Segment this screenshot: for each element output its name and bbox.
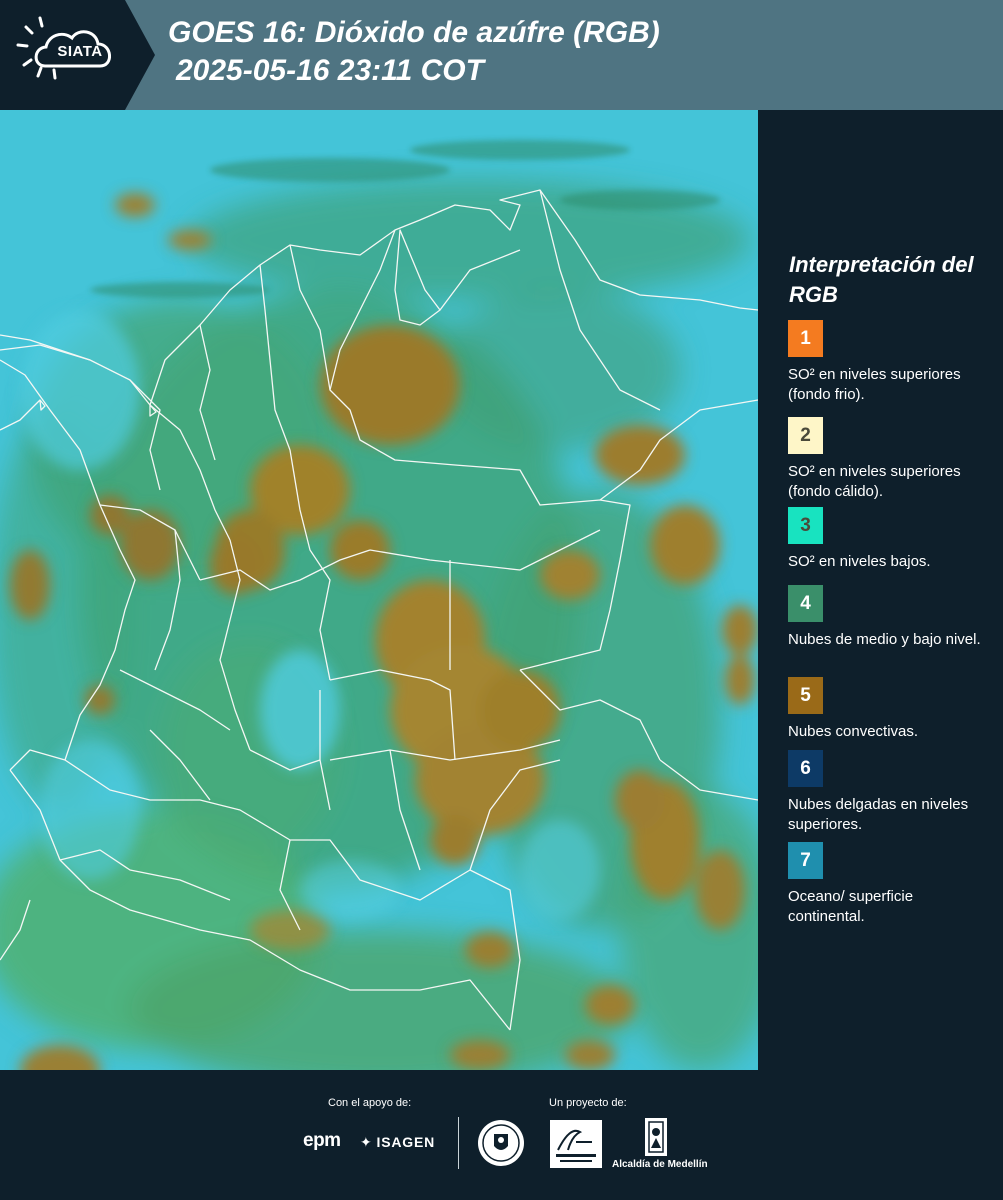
alcaldia-crest-icon xyxy=(641,1118,671,1163)
legend-desc-2: SO² en niveles superiores (fondo cálido)… xyxy=(788,463,961,500)
title-line-2: 2025-05-16 23:11 COT xyxy=(176,54,484,87)
project-label: Un proyecto de: xyxy=(549,1097,627,1109)
legend-item-6: 6 Nubes delgadas en niveles superiores. xyxy=(788,750,988,835)
isagen-text: ISAGEN xyxy=(376,1134,436,1150)
legend-desc-7: Oceano/ superficie continental. xyxy=(788,888,914,925)
title-line-1: GOES 16: Dióxido de azúfre (RGB) xyxy=(168,16,660,49)
page-title: GOES 16: Dióxido de azúfre (RGB) 2025-05… xyxy=(168,14,660,90)
legend-item-1: 1 SO² en niveles superiores (fondo frio)… xyxy=(788,320,988,405)
legend-swatch-1: 1 xyxy=(788,320,823,357)
area-metropolitana-logo xyxy=(550,1120,602,1168)
legend-desc-3: SO² en niveles bajos. xyxy=(788,553,931,570)
isagen-logo: ✦ ISAGEN xyxy=(360,1134,435,1151)
isagen-mark-icon: ✦ xyxy=(360,1134,373,1150)
legend-desc-5: Nubes convectivas. xyxy=(788,723,919,740)
legend-item-7: 7 Oceano/ superficie continental. xyxy=(788,842,988,927)
legend-swatch-2: 2 xyxy=(788,417,823,454)
legend-panel: Interpretación del RGB 1 SO² en niveles … xyxy=(758,110,1003,1070)
alcaldia-text: Alcaldía de Medellín xyxy=(612,1159,708,1170)
header-bar: SIATA GOES 16: Dióxido de azúfre (RGB) 2… xyxy=(0,0,1003,110)
legend-swatch-7: 7 xyxy=(788,842,823,879)
legend-item-3: 3 SO² en niveles bajos. xyxy=(788,507,988,572)
legend-swatch-4: 4 xyxy=(788,585,823,622)
legend-item-5: 5 Nubes convectivas. xyxy=(788,677,988,742)
legend-desc-4: Nubes de medio y bajo nivel. xyxy=(788,631,981,648)
legend-item-2: 2 SO² en niveles superiores (fondo cálid… xyxy=(788,417,988,502)
footer-divider xyxy=(458,1117,459,1169)
legend-swatch-3: 3 xyxy=(788,507,823,544)
legend-swatch-5: 5 xyxy=(788,677,823,714)
area-metropolitana-mark-icon xyxy=(550,1120,602,1168)
logo-text: SIATA xyxy=(57,43,103,60)
satellite-map xyxy=(0,110,758,1070)
legend-item-4: 4 Nubes de medio y bajo nivel. xyxy=(788,585,988,650)
legend-swatch-6: 6 xyxy=(788,750,823,787)
support-label: Con el apoyo de: xyxy=(328,1097,412,1109)
siata-logo: SIATA xyxy=(0,0,160,110)
footer-bar: Con el apoyo de: Un proyecto de: epm ✦ IS… xyxy=(0,1070,1003,1200)
medellin-seal-icon xyxy=(476,1118,526,1173)
legend-desc-6: Nubes delgadas en niveles superiores. xyxy=(788,796,969,833)
legend-title: Interpretación del RGB xyxy=(789,252,974,307)
legend-desc-1: SO² en niveles superiores (fondo frio). xyxy=(788,366,961,403)
epm-logo: epm xyxy=(303,1130,341,1151)
